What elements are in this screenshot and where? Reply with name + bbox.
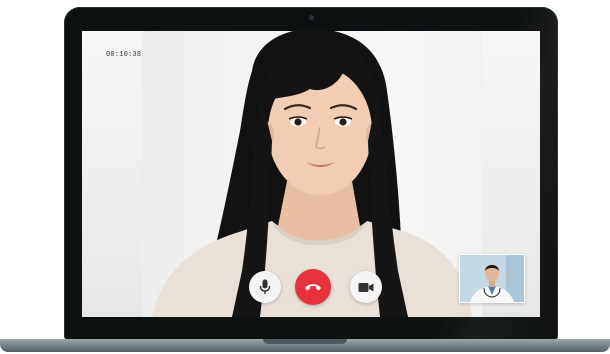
webcam-dot <box>309 15 314 20</box>
mute-microphone-button[interactable] <box>249 271 281 303</box>
laptop-opening-notch <box>263 339 347 344</box>
end-call-button[interactable] <box>295 269 331 305</box>
self-view-thumbnail[interactable] <box>459 254 525 303</box>
video-camera-icon <box>358 282 374 292</box>
call-timer: 00:10:38 <box>106 51 142 59</box>
self-view-video <box>460 255 524 302</box>
phone-hang-up-icon <box>305 284 321 291</box>
microphone-icon <box>259 279 271 294</box>
toggle-video-button[interactable] <box>350 271 382 303</box>
video-call-screen: 00:10:38 <box>82 31 540 317</box>
